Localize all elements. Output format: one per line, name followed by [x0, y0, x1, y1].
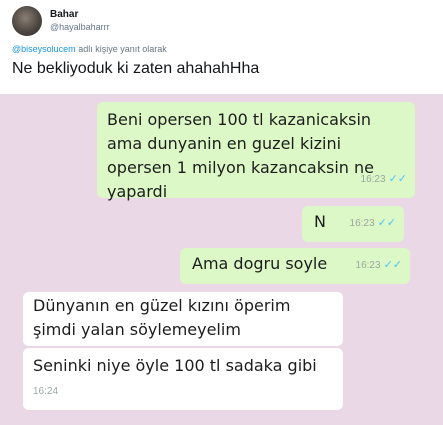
chat-bubble-outgoing: Ama dogru soyle 16:23 ✓✓ — [180, 248, 410, 284]
message-text: Beni opersen 100 tl kazanicaksin ama dun… — [107, 110, 374, 201]
reply-suffix: adlı kişiye yanıt olarak — [78, 44, 167, 54]
message-text: Seninki niye öyle 100 tl sadaka gibi — [33, 356, 317, 375]
chat-bubble-incoming: Dünyanın en güzel kızını öperim şimdi ya… — [23, 292, 343, 346]
tweet-header: Bahar @hayalbaharrr — [12, 6, 110, 36]
message-time: 16:23 — [349, 218, 375, 229]
message-time: 16:23 — [355, 260, 381, 271]
read-checkmark-icon: ✓✓ — [388, 173, 407, 185]
chat-screenshot-image[interactable]: Beni opersen 100 tl kazanicaksin ama dun… — [0, 94, 443, 425]
user-handle[interactable]: @hayalbaharrr — [50, 21, 110, 33]
chat-bubble-outgoing: Beni opersen 100 tl kazanicaksin ama dun… — [97, 102, 415, 201]
chat-bubble-outgoing: N 16:23 ✓✓ — [302, 206, 404, 242]
display-name[interactable]: Bahar — [50, 9, 110, 21]
reply-mention-link[interactable]: @biseysolucem — [12, 44, 76, 54]
message-meta: 16:23 ✓✓ — [350, 211, 396, 236]
read-checkmark-icon: ✓✓ — [383, 259, 402, 271]
message-text: Dünyanın en güzel kızını öperim şimdi ya… — [33, 296, 291, 339]
message-time: 16:23 — [360, 174, 386, 185]
read-checkmark-icon: ✓✓ — [377, 217, 396, 229]
avatar[interactable] — [12, 6, 42, 36]
message-text: N — [314, 212, 326, 231]
message-time: 16:24 — [33, 386, 59, 397]
message-meta: 16:23 ✓✓ — [361, 167, 407, 192]
user-info: Bahar @hayalbaharrr — [50, 9, 110, 33]
tweet-text: Ne bekliyoduk ki zaten ahahahHha — [12, 60, 260, 77]
message-text: Ama dogru soyle — [192, 254, 328, 273]
chat-bubble-incoming: Seninki niye öyle 100 tl sadaka gibi 16:… — [23, 348, 343, 410]
message-meta: 16:23 ✓✓ — [356, 253, 402, 278]
reply-context: @biseysolucem adlı kişiye yanıt olarak — [12, 44, 167, 54]
